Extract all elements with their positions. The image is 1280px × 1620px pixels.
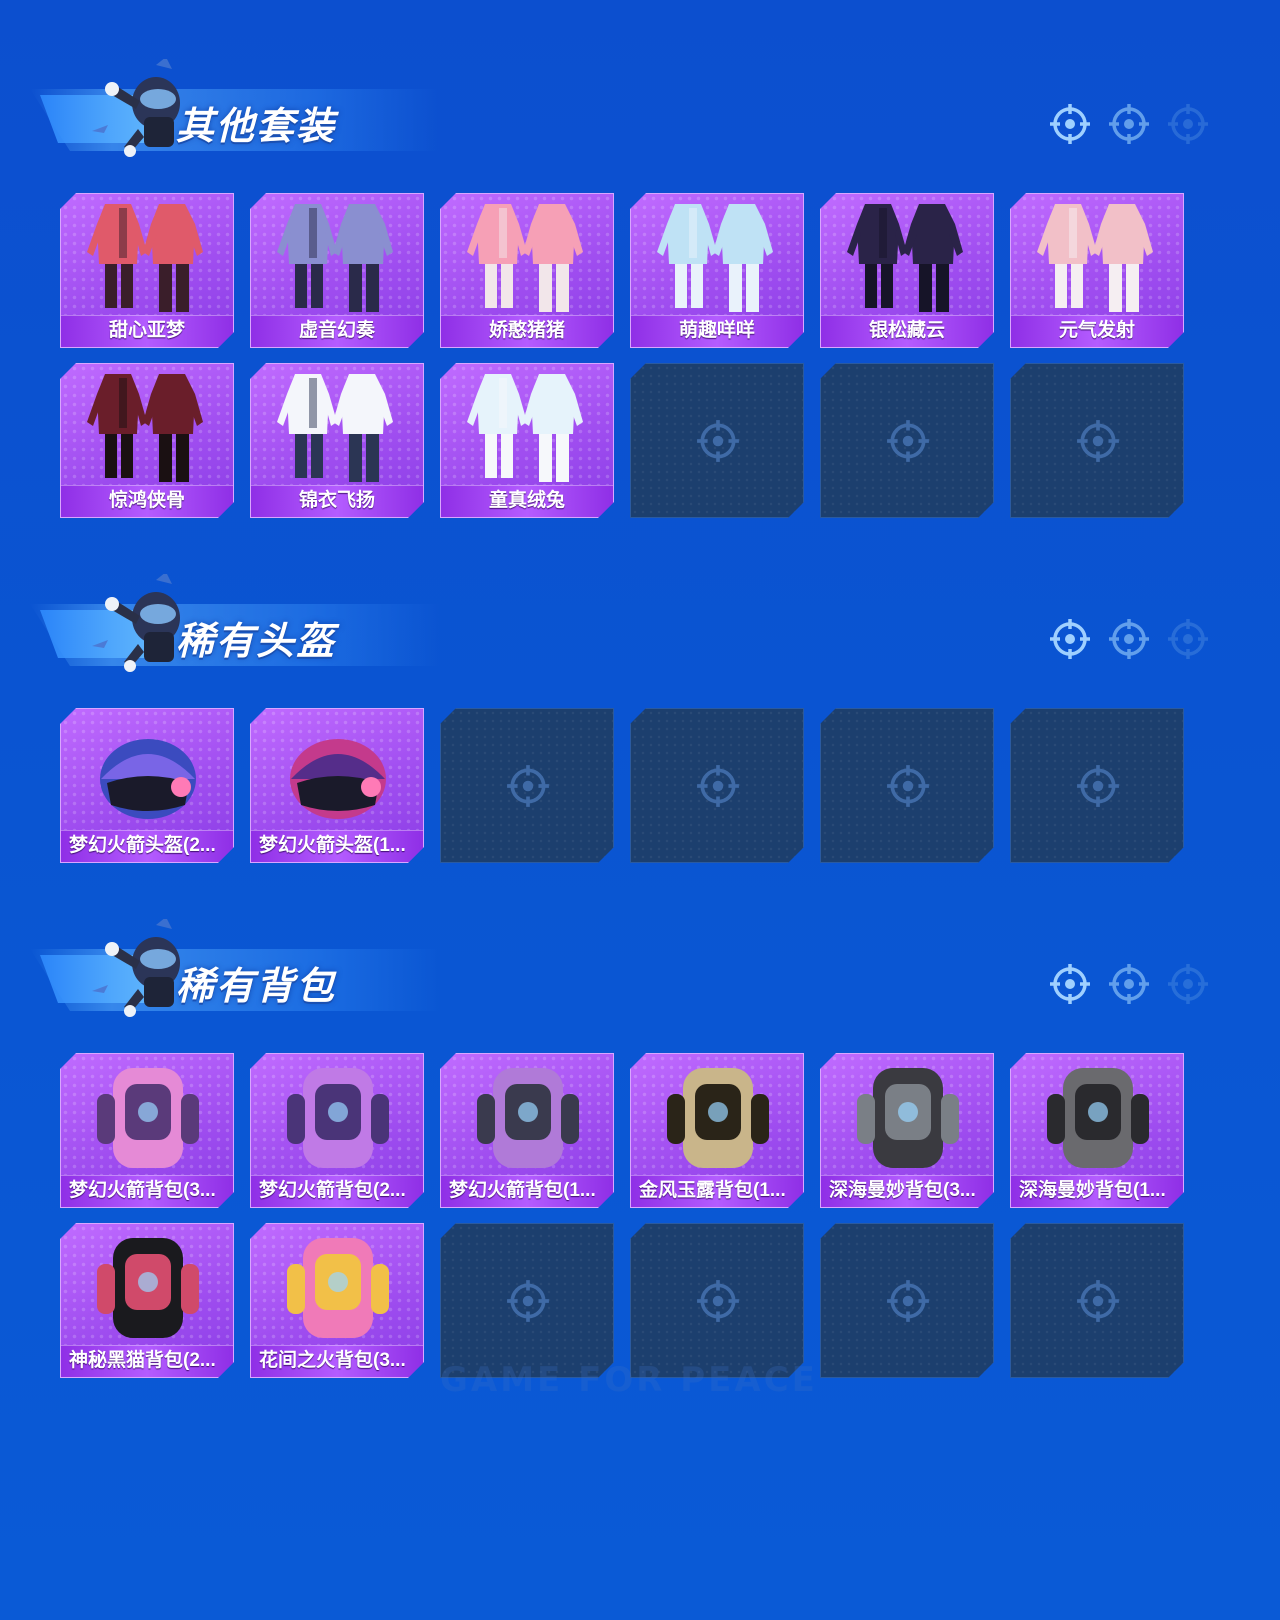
section-header: 稀有背包 [30, 915, 1280, 1025]
section-title: 其他套装 [176, 104, 337, 148]
crosshair-icon [695, 1278, 741, 1324]
crosshair-icon [1075, 418, 1121, 464]
outfit-image [821, 194, 995, 318]
crosshair-icon [1107, 962, 1151, 1006]
target-decoration [1048, 102, 1224, 146]
item-name: 萌趣咩咩 [678, 320, 755, 341]
empty-slot [440, 708, 614, 863]
empty-slot [630, 1223, 804, 1378]
item-name: 梦幻火箭头盔(1... [259, 835, 406, 856]
item-name: 深海曼妙背包(3... [829, 1180, 976, 1201]
crosshair-icon [885, 418, 931, 464]
empty-slot [440, 1223, 614, 1378]
item-card[interactable]: 娇憨猪猪 [440, 193, 614, 348]
outfit-image [441, 364, 615, 488]
crosshair-icon [1107, 617, 1151, 661]
section-header: 稀有头盔 [30, 570, 1280, 680]
item-card[interactable]: 虚音幻奏 [250, 193, 424, 348]
empty-slot [820, 363, 994, 518]
pack-image [61, 1054, 235, 1178]
item-card[interactable]: 金风玉露背包(1... [630, 1053, 804, 1208]
item-name: 元气发射 [1058, 320, 1135, 341]
item-card[interactable]: 梦幻火箭背包(2... [250, 1053, 424, 1208]
item-name: 童真绒兔 [488, 490, 565, 511]
item-name: 银松藏云 [868, 320, 945, 341]
item-name: 梦幻火箭背包(1... [449, 1180, 596, 1201]
pack-image [1011, 1054, 1185, 1178]
outfit-image [631, 194, 805, 318]
outfit-image [61, 194, 235, 318]
item-card[interactable]: 童真绒兔 [440, 363, 614, 518]
pack-image [821, 1054, 995, 1178]
item-name: 花间之火背包(3... [259, 1350, 406, 1371]
item-name: 虚音幻奏 [298, 320, 375, 341]
item-name: 金风玉露背包(1... [639, 1180, 786, 1201]
item-card[interactable]: 梦幻火箭背包(1... [440, 1053, 614, 1208]
watermark: GAME FOR PEACE [440, 1360, 818, 1400]
item-card[interactable]: 银松藏云 [820, 193, 994, 348]
crosshair-icon [695, 418, 741, 464]
crosshair-icon [1048, 102, 1092, 146]
item-card[interactable]: 萌趣咩咩 [630, 193, 804, 348]
item-name: 梦幻火箭背包(2... [259, 1180, 406, 1201]
item-card[interactable]: 元气发射 [1010, 193, 1184, 348]
crosshair-icon [505, 763, 551, 809]
item-card[interactable]: 梦幻火箭头盔(1... [250, 708, 424, 863]
empty-slot [820, 1223, 994, 1378]
empty-slot [630, 708, 804, 863]
empty-slot [630, 363, 804, 518]
item-name: 梦幻火箭背包(3... [69, 1180, 216, 1201]
crosshair-icon [885, 763, 931, 809]
crosshair-icon [505, 1278, 551, 1324]
item-name: 惊鸿侠骨 [108, 490, 185, 511]
crosshair-icon [695, 763, 741, 809]
crosshair-icon [1166, 102, 1210, 146]
crosshair-icon [1048, 962, 1092, 1006]
item-name: 甜心亚梦 [108, 320, 185, 341]
target-decoration [1048, 962, 1224, 1006]
crosshair-icon [1166, 617, 1210, 661]
crosshair-icon [1107, 102, 1151, 146]
item-card[interactable]: 神秘黑猫背包(2... [60, 1223, 234, 1378]
outfit-image [61, 364, 235, 488]
pack-image [441, 1054, 615, 1178]
helmet-image [61, 709, 235, 833]
pack-image [631, 1054, 805, 1178]
item-card[interactable]: 梦幻火箭背包(3... [60, 1053, 234, 1208]
item-name: 深海曼妙背包(1... [1019, 1180, 1166, 1201]
item-card[interactable]: 深海曼妙背包(1... [1010, 1053, 1184, 1208]
empty-slot [1010, 708, 1184, 863]
section-title: 稀有头盔 [176, 619, 337, 663]
crosshair-icon [1048, 617, 1092, 661]
pack-image [251, 1054, 425, 1178]
item-card[interactable]: 梦幻火箭头盔(2... [60, 708, 234, 863]
helmet-image [251, 709, 425, 833]
outfit-image [1011, 194, 1185, 318]
item-card[interactable]: 惊鸿侠骨 [60, 363, 234, 518]
pack-image [61, 1224, 235, 1348]
target-decoration [1048, 617, 1224, 661]
empty-slot [1010, 1223, 1184, 1378]
item-name: 梦幻火箭头盔(2... [69, 835, 216, 856]
empty-slot [820, 708, 994, 863]
item-card[interactable]: 锦衣飞扬 [250, 363, 424, 518]
crosshair-icon [1075, 763, 1121, 809]
item-card[interactable]: 花间之火背包(3... [250, 1223, 424, 1378]
crosshair-icon [1166, 962, 1210, 1006]
outfit-image [251, 364, 425, 488]
item-card[interactable]: 深海曼妙背包(3... [820, 1053, 994, 1208]
section-header: 其他套装 [30, 55, 1280, 165]
item-name: 神秘黑猫背包(2... [69, 1350, 216, 1371]
outfit-image [251, 194, 425, 318]
item-card[interactable]: 甜心亚梦 [60, 193, 234, 348]
pack-image [251, 1224, 425, 1348]
crosshair-icon [1075, 1278, 1121, 1324]
item-name: 娇憨猪猪 [488, 320, 565, 341]
crosshair-icon [885, 1278, 931, 1324]
section-title: 稀有背包 [176, 964, 337, 1008]
item-name: 锦衣飞扬 [298, 490, 375, 511]
empty-slot [1010, 363, 1184, 518]
outfit-image [441, 194, 615, 318]
